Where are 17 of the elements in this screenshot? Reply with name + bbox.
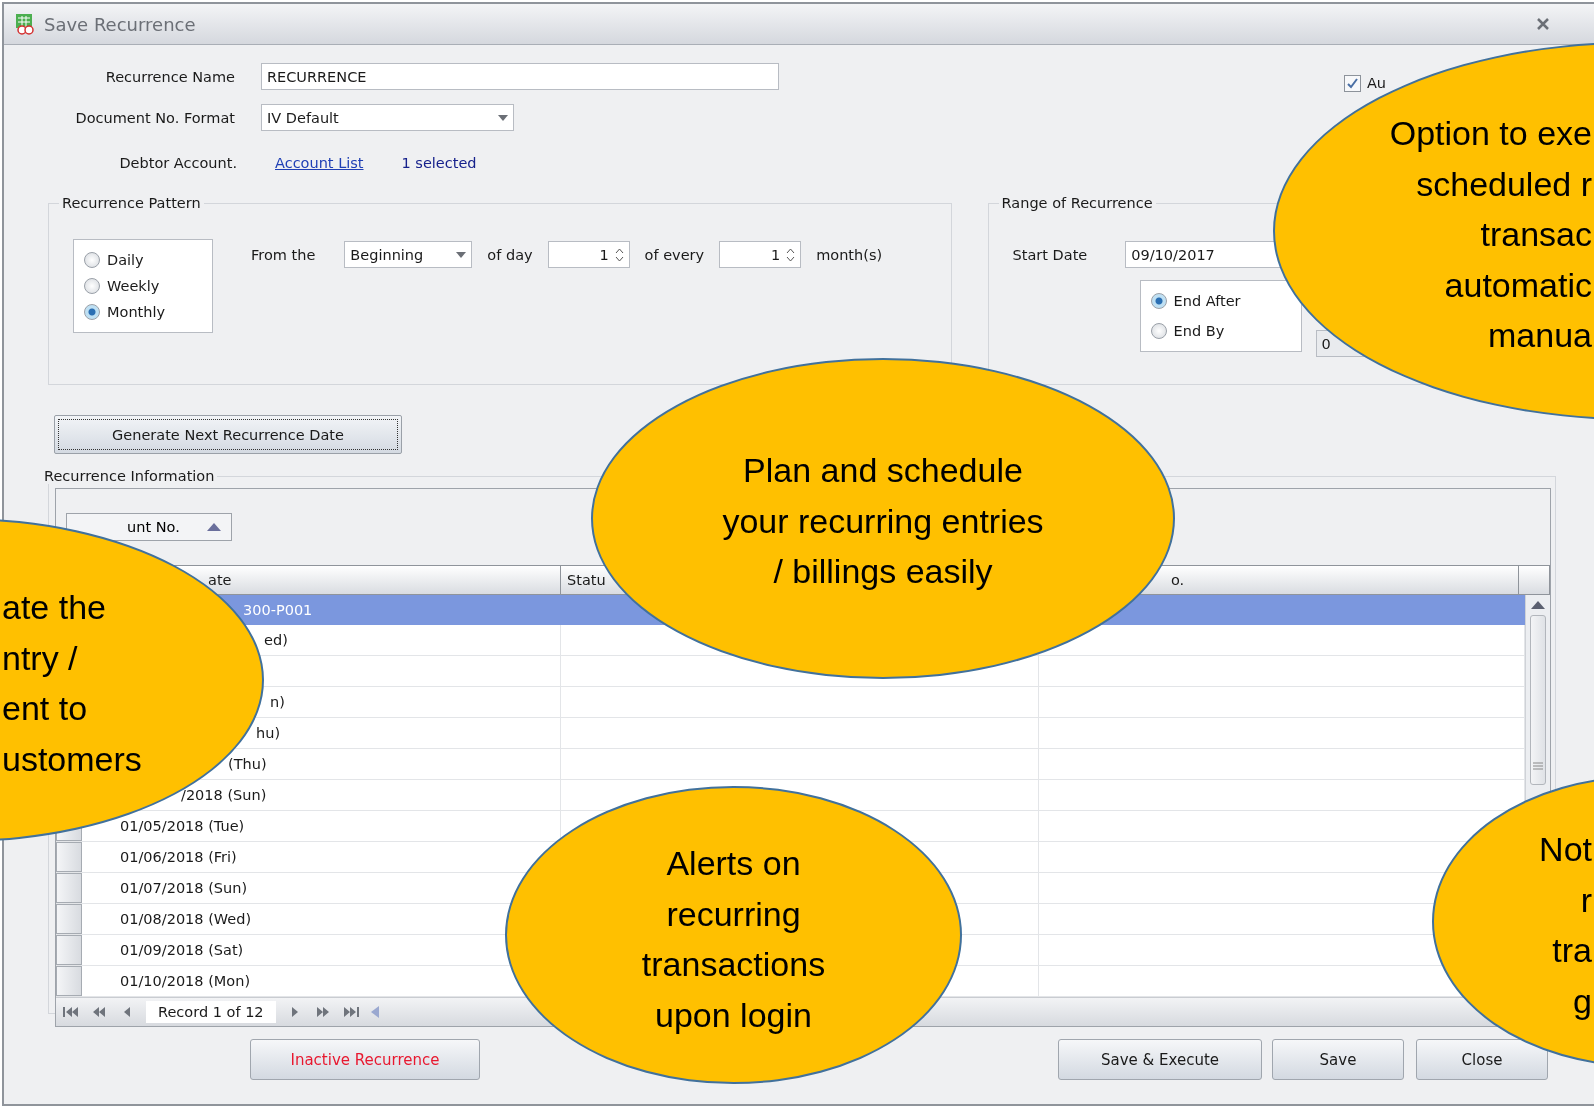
window-title: Save Recurrence: [44, 13, 197, 35]
group-title: Range of Recurrence: [1000, 195, 1154, 211]
group-title: Recurrence Information: [43, 468, 216, 484]
record-counter: Record 1 of 12: [146, 1001, 276, 1023]
field-label: of day: [487, 246, 533, 263]
callout-text: Not r tra g: [1539, 829, 1592, 1022]
field-label: Debtor Account.: [118, 155, 237, 171]
selected-count: 1 selected: [401, 155, 477, 171]
field-label: of every: [644, 246, 705, 263]
field-label: Document No. Format: [74, 109, 235, 126]
callout-text: Option to exe scheduled r transac automatic manua: [1389, 113, 1592, 356]
group-title: Recurrence Pattern: [61, 195, 202, 211]
field-label: Recurrence Name: [104, 68, 235, 85]
field-label: month(s): [816, 246, 883, 263]
callout-text: Alerts on recurring transactions upon login: [641, 843, 826, 1036]
field-label: Start Date: [1012, 246, 1088, 263]
field-label: From the: [251, 246, 316, 263]
